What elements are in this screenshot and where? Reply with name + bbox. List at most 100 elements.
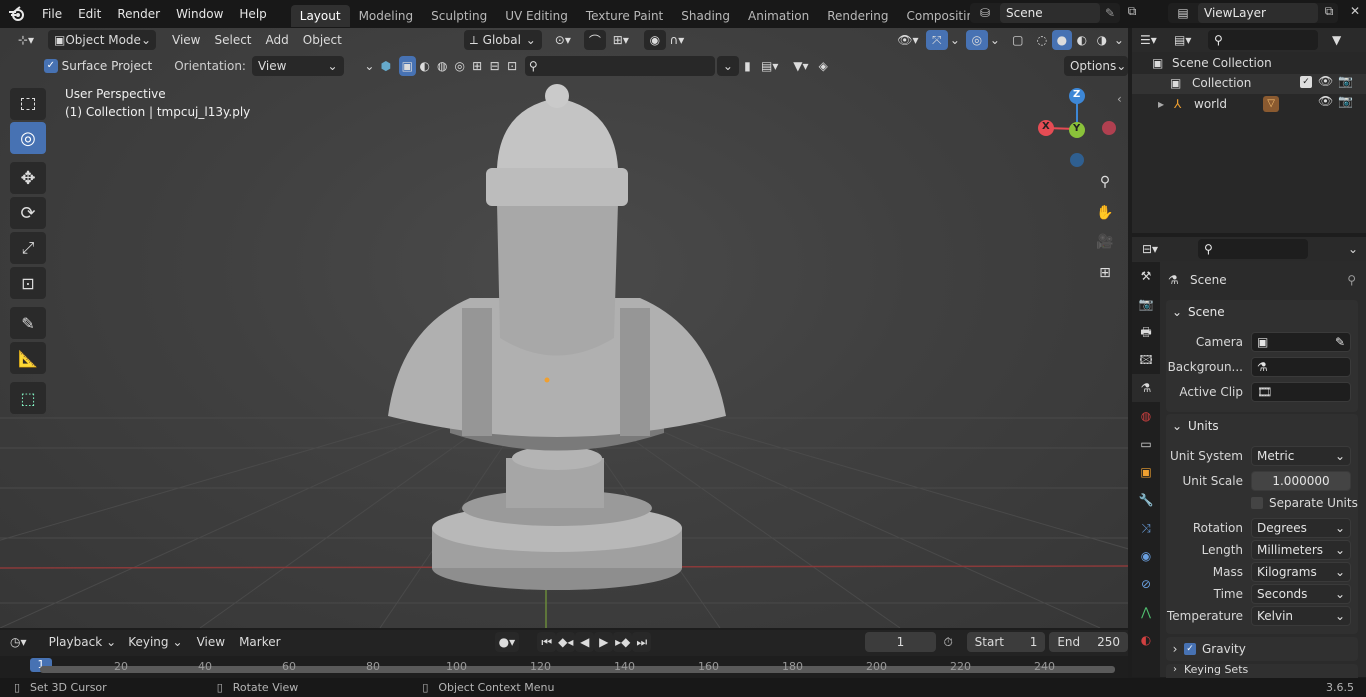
chevron-down-icon[interactable]: ⌄ <box>1348 242 1358 256</box>
scene-panel-header[interactable]: ⌄ Scene <box>1166 300 1358 324</box>
menu-window[interactable]: Window <box>168 0 231 28</box>
chevron-left-icon[interactable]: ‹ <box>1117 92 1122 106</box>
editor-type-icon[interactable]: ⊹▾ <box>8 30 44 50</box>
snap-vertex-icon[interactable]: ▣ <box>398 56 417 76</box>
camera-icon[interactable]: 📷 <box>1338 74 1353 88</box>
menu-object[interactable]: Object <box>299 30 346 50</box>
outliner-search-input[interactable]: ⚲ <box>1208 30 1318 50</box>
navigation-gizmo[interactable]: Z Y X <box>1034 84 1120 170</box>
end-frame-field[interactable]: End 250 <box>1049 632 1129 652</box>
physics-tab-icon[interactable]: ◉ <box>1132 542 1160 570</box>
material-tab-icon[interactable]: ◐ <box>1132 626 1160 654</box>
collection-exclude-checkbox[interactable]: ✓ <box>1300 76 1312 88</box>
tool-tab-icon[interactable]: ⚒ <box>1132 262 1160 290</box>
filter-search-input[interactable]: ⚲ <box>524 56 716 76</box>
output-tab-icon[interactable]: 🖶 <box>1132 318 1160 346</box>
move-tool[interactable]: ✥ <box>10 162 46 194</box>
new-viewlayer-icon[interactable]: ⧉ <box>1320 4 1338 22</box>
menu-help[interactable]: Help <box>231 0 274 28</box>
properties-editor-icon[interactable]: ⊟▾ <box>1142 242 1170 256</box>
surface-project-checkbox[interactable]: ✓ <box>44 59 58 73</box>
record-icon[interactable]: ●▾ <box>494 632 520 652</box>
constraints-tab-icon[interactable]: ⊘ <box>1132 570 1160 598</box>
transform-orientation-dropdown[interactable]: ⟂ Global ⌄ <box>463 30 542 50</box>
snap-target-icon[interactable]: ⊞▾ <box>606 30 636 50</box>
particles-tab-icon[interactable]: ⤨ <box>1132 514 1160 542</box>
tab-modeling[interactable]: Modeling <box>350 5 423 27</box>
rotate-tool[interactable]: ⟳ <box>10 197 46 229</box>
menu-add[interactable]: Add <box>262 30 293 50</box>
scene-name-field[interactable]: Scene <box>1000 3 1100 23</box>
data-tab-icon[interactable]: ⋀ <box>1132 598 1160 626</box>
mode-dropdown[interactable]: ▣ Object Mode ⌄ <box>48 30 156 50</box>
snap-icon[interactable]: ⌒ <box>583 30 606 50</box>
play-icon[interactable]: ▶ <box>594 632 614 652</box>
eyedropper-icon[interactable]: ✎ <box>1335 335 1345 349</box>
visibility-icon[interactable]: 👁▾ <box>894 30 922 50</box>
snap-base-icon[interactable]: ⬢ <box>377 56 394 76</box>
scale-tool[interactable]: ⤢ <box>10 232 46 264</box>
expand-arrow-icon[interactable]: ▸ <box>1158 97 1174 111</box>
current-frame-field[interactable]: 1 <box>865 632 936 652</box>
orientation-dropdown[interactable]: View ⌄ <box>251 56 344 76</box>
select-box-tool[interactable] <box>10 88 46 120</box>
pin-icon[interactable]: ⚲ <box>1347 273 1356 287</box>
solid-shading-icon[interactable]: ● <box>1051 30 1072 50</box>
display-mode-icon[interactable]: ▤▾ <box>756 56 783 76</box>
menu-view[interactable]: View <box>168 30 204 50</box>
next-keyframe-icon[interactable]: ▸◆ <box>613 632 633 652</box>
eye-icon[interactable]: 👁 <box>1318 74 1333 88</box>
options-dropdown[interactable]: Options ⌄ <box>1063 56 1128 76</box>
menu-edit[interactable]: Edit <box>70 0 109 28</box>
gravity-panel-header[interactable]: › ✓ Gravity <box>1166 637 1358 661</box>
collection-tab-icon[interactable]: ▭ <box>1132 430 1160 458</box>
outliner-row-collection[interactable]: ▣ Collection <box>1170 76 1251 90</box>
chevron-down-icon[interactable]: ⌄ <box>988 30 1002 50</box>
gravity-checkbox[interactable]: ✓ <box>1184 643 1196 655</box>
length-dropdown[interactable]: Millimeters ⌄ <box>1251 540 1351 560</box>
tab-uv-editing[interactable]: UV Editing <box>496 5 577 27</box>
playback-menu[interactable]: Playback ⌄ <box>45 632 121 652</box>
snap-edge-center-icon[interactable]: ⊟ <box>486 56 503 76</box>
wireframe-shading-icon[interactable]: ◌ <box>1032 30 1052 50</box>
filter-icon[interactable]: ▼ <box>1332 33 1341 47</box>
bookmark-icon[interactable]: ▮ <box>739 56 756 76</box>
unit-scale-field[interactable]: 1.000000 <box>1251 471 1351 491</box>
zoom-icon[interactable]: ⚲ <box>1091 168 1119 196</box>
transform-tool[interactable]: ⊡ <box>10 267 46 299</box>
viewlayer-selector[interactable]: ▤ ViewLayer <box>1168 3 1338 23</box>
keying-menu[interactable]: Keying ⌄ <box>124 632 186 652</box>
display-mode-icon[interactable]: ▤▾ <box>1174 33 1202 47</box>
view-layer-tab-icon[interactable]: 🖾 <box>1132 346 1160 374</box>
snap-face-icon[interactable]: ◍ <box>434 56 451 76</box>
marker-menu[interactable]: Marker <box>235 632 284 652</box>
chevron-down-icon[interactable]: ⌄ <box>717 56 739 76</box>
temperature-dropdown[interactable]: Kelvin ⌄ <box>1251 606 1351 626</box>
camera-field[interactable]: ▣ ✎ <box>1251 332 1351 352</box>
proportional-edit-icon[interactable]: ◉ <box>643 30 666 50</box>
render-tab-icon[interactable]: 📷 <box>1132 290 1160 318</box>
falloff-icon[interactable]: ∩▾ <box>666 30 688 50</box>
remove-viewlayer-icon[interactable]: ✕ <box>1346 4 1364 22</box>
tab-shading[interactable]: Shading <box>672 5 739 27</box>
tab-layout[interactable]: Layout <box>290 4 350 27</box>
filter-icon[interactable]: ▼▾ <box>787 56 814 76</box>
blender-logo-icon[interactable] <box>0 6 34 22</box>
chevron-down-icon[interactable]: ⌄ <box>948 30 962 50</box>
outliner-row-world[interactable]: ▸ ⅄ world ▽ <box>1158 96 1280 112</box>
snap-perp-icon[interactable]: ⊡ <box>503 56 520 76</box>
menu-file[interactable]: File <box>34 0 70 28</box>
eye-icon[interactable]: 👁 <box>1318 94 1333 108</box>
pin-icon[interactable]: ✎ <box>1100 6 1120 20</box>
material-shading-icon[interactable]: ◐ <box>1072 30 1092 50</box>
scene-selector[interactable]: ⛁ Scene ✎ <box>970 3 1120 23</box>
jump-start-icon[interactable]: ⏮ <box>537 632 557 652</box>
cursor-tool[interactable]: ◎ <box>10 122 46 154</box>
viewlayer-name-field[interactable]: ViewLayer <box>1198 3 1318 23</box>
menu-select[interactable]: Select <box>210 30 255 50</box>
shield-icon[interactable]: ◈ <box>814 56 831 76</box>
units-panel-header[interactable]: ⌄ Units <box>1166 414 1358 438</box>
background-field[interactable]: ⚗ <box>1251 357 1351 377</box>
pan-hand-icon[interactable]: ✋ <box>1091 199 1119 227</box>
rotation-dropdown[interactable]: Degrees ⌄ <box>1251 518 1351 538</box>
